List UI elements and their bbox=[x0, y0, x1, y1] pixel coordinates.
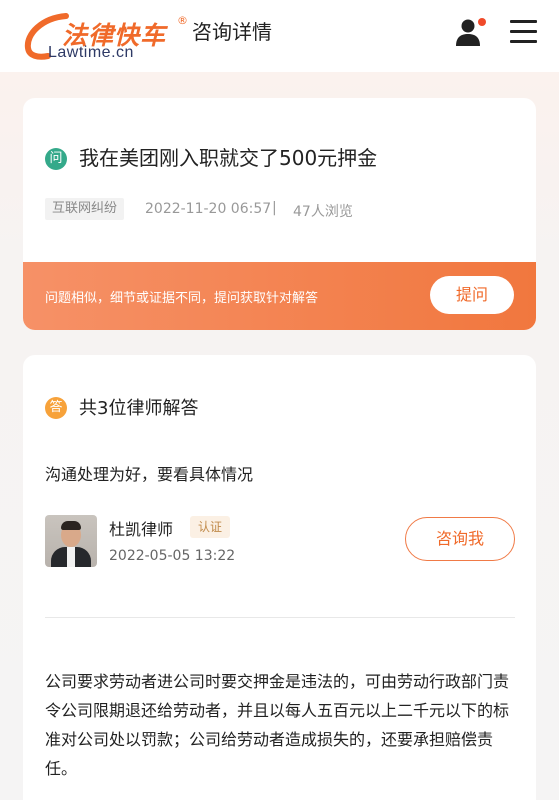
answer-text-1: 沟通处理为好，要看具体情况 bbox=[45, 465, 254, 484]
lawtime-logo[interactable]: 法律快车 ® Lawtime.cn bbox=[22, 10, 192, 61]
menu-icon[interactable] bbox=[510, 20, 537, 44]
ask-question-button[interactable]: 提问 bbox=[430, 276, 514, 314]
answer-icon: 答 bbox=[45, 397, 67, 419]
avatar-shirt-shape bbox=[67, 547, 75, 567]
consult-lawyer-button[interactable]: 咨询我 bbox=[405, 517, 515, 561]
logo-registered-mark: ® bbox=[177, 14, 188, 27]
answer-date: 2022-05-05 13:22 bbox=[109, 548, 236, 564]
logo-english-text: Lawtime.cn bbox=[48, 44, 134, 61]
answers-heading: 共3位律师解答 bbox=[79, 398, 199, 419]
ask-banner-text: 问题相似，细节或证据不同，提问获取针对解答 bbox=[45, 291, 319, 306]
category-tag[interactable]: 互联网纠纷 bbox=[45, 198, 125, 220]
top-header: 法律快车 ® Lawtime.cn 咨询详情 bbox=[0, 0, 559, 72]
view-count: 47人浏览 bbox=[293, 204, 353, 220]
question-title: 我在美团刚入职就交了500元押金 bbox=[79, 146, 378, 170]
meta-separator: | bbox=[272, 200, 277, 216]
user-button[interactable] bbox=[456, 16, 486, 48]
question-date: 2022-11-20 06:57 bbox=[145, 201, 272, 217]
notification-dot bbox=[478, 18, 486, 26]
avatar-hair-shape bbox=[61, 521, 81, 530]
answer-divider bbox=[45, 617, 515, 618]
answers-card: 答 共3位律师解答 沟通处理为好，要看具体情况 杜凯律师 认证 2022-05-… bbox=[23, 355, 536, 800]
lawyer-name[interactable]: 杜凯律师 bbox=[109, 516, 173, 540]
question-card: 问 我在美团刚入职就交了500元押金 互联网纠纷 2022-11-20 06:5… bbox=[23, 98, 536, 330]
ask-banner: 问题相似，细节或证据不同，提问获取针对解答 提问 bbox=[23, 262, 536, 330]
certified-badge: 认证 bbox=[190, 516, 231, 538]
page-title: 咨询详情 bbox=[192, 20, 272, 44]
question-icon: 问 bbox=[45, 148, 67, 170]
answer-text-2: 公司要求劳动者进公司时要交押金是违法的，可由劳动行政部门责令公司限期退还给劳动者… bbox=[45, 672, 510, 778]
lawyer-avatar[interactable] bbox=[45, 515, 97, 567]
